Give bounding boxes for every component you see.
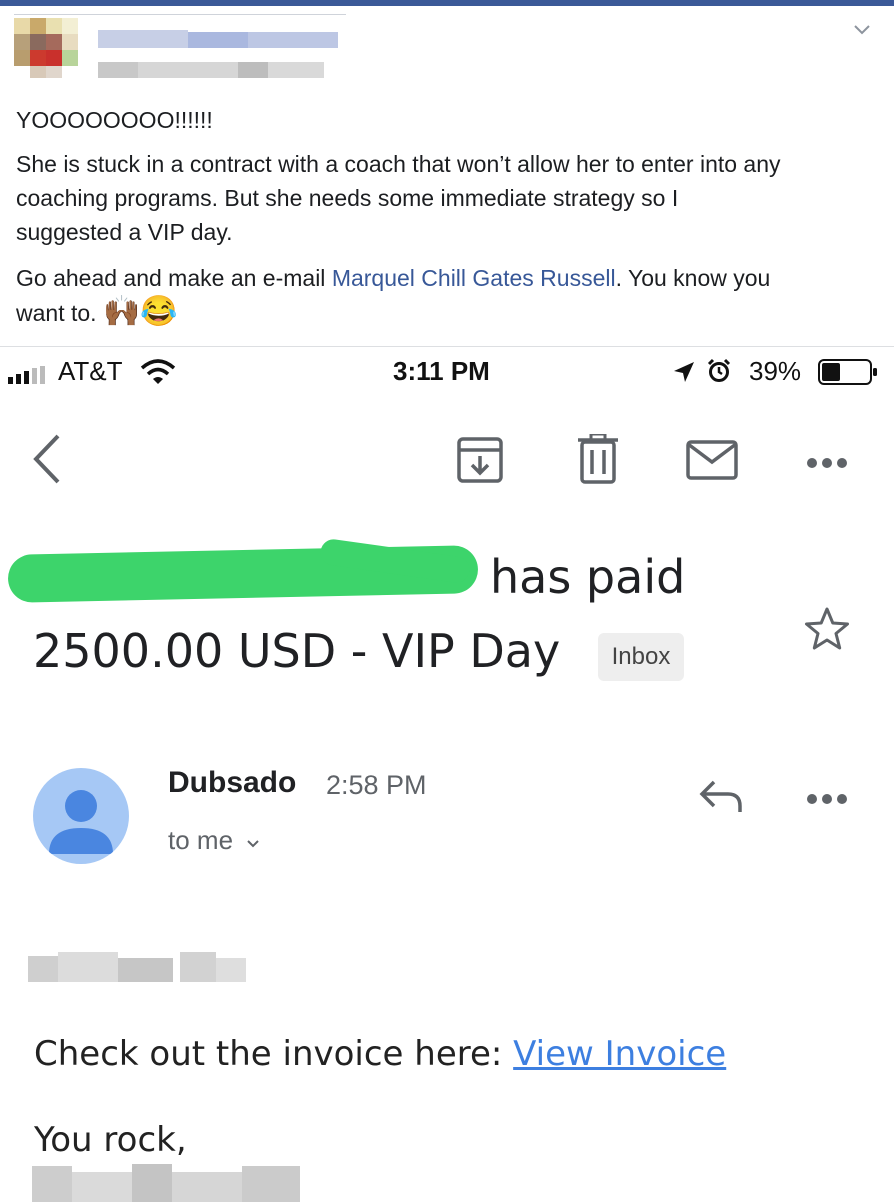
- recipient-label: to me: [168, 825, 234, 855]
- screenshot-divider: [0, 346, 894, 347]
- greeting-redacted: [28, 950, 248, 988]
- location-arrow-icon: [672, 360, 696, 389]
- post-options-chevron-icon[interactable]: [852, 20, 872, 41]
- recipient-dropdown[interactable]: to me: [168, 825, 260, 856]
- invoice-line: Check out the invoice here: View Invoice: [34, 1034, 726, 1074]
- carrier-label: AT&T: [58, 356, 123, 386]
- closing-text: You rock,: [34, 1120, 187, 1160]
- post-paragraph-2: Go ahead and make an e-mail Marquel Chil…: [16, 261, 770, 295]
- mail-icon[interactable]: [686, 440, 738, 485]
- invoice-text: Check out the invoice here:: [34, 1034, 514, 1074]
- subject-line-2: 2500.00 USD - VIP Day: [33, 624, 561, 678]
- sent-time: 2:58 PM: [326, 770, 427, 800]
- post-text: Go ahead and make an e-mail: [16, 265, 332, 291]
- post-headline: YOOOOOOOO!!!!!!: [16, 107, 213, 133]
- mention-link[interactable]: Marquel Chill Gates Russell: [332, 265, 616, 291]
- top-bar: [0, 0, 894, 6]
- chevron-down-icon: [246, 825, 260, 856]
- star-icon[interactable]: [804, 606, 850, 657]
- post-meta-redacted: [98, 62, 328, 80]
- back-chevron-left-icon[interactable]: [30, 432, 64, 491]
- emoji: 🙌🏾😂: [102, 295, 178, 328]
- signature-redacted: [32, 1162, 302, 1202]
- wifi-icon: [140, 358, 176, 391]
- archive-icon[interactable]: [456, 436, 504, 489]
- signal-icon: [8, 366, 48, 389]
- sender-name: Dubsado: [168, 766, 297, 799]
- battery-icon: [818, 358, 880, 391]
- clock: 3:11 PM: [393, 356, 490, 386]
- post-paragraph-line: suggested a VIP day.: [16, 219, 233, 245]
- post-paragraph-line: She is stuck in a contract with a coach …: [16, 151, 781, 177]
- header-divider: [14, 14, 346, 15]
- view-invoice-link[interactable]: View Invoice: [513, 1034, 726, 1074]
- author-avatar[interactable]: [14, 18, 98, 82]
- post-paragraph-2-line2: want to. 🙌🏾😂: [16, 295, 178, 330]
- post-text: . You know you: [615, 265, 771, 291]
- reply-icon[interactable]: [698, 778, 744, 819]
- trash-icon[interactable]: [578, 432, 618, 489]
- author-name-redacted[interactable]: [98, 30, 338, 50]
- message-more-icon[interactable]: [806, 792, 848, 810]
- more-icon[interactable]: [806, 456, 848, 474]
- inbox-label-chip[interactable]: Inbox: [598, 633, 684, 681]
- subject-line-1: has paid: [490, 550, 686, 604]
- alarm-icon: [706, 358, 732, 389]
- battery-percent: 39%: [749, 356, 802, 386]
- post-paragraph-line: coaching programs. But she needs some im…: [16, 185, 679, 211]
- post-text: want to.: [16, 300, 97, 326]
- sender-avatar[interactable]: [33, 768, 129, 864]
